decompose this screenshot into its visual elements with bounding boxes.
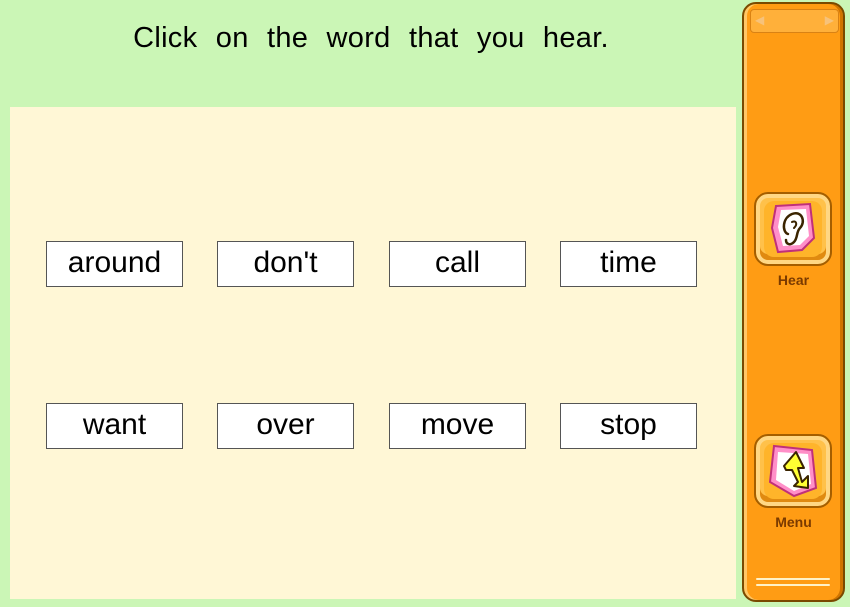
ear-icon [770, 202, 816, 254]
word-button-over[interactable]: over [217, 403, 354, 449]
menu-button[interactable] [754, 434, 832, 508]
word-button-move[interactable]: move [389, 403, 526, 449]
hear-button[interactable] [754, 192, 832, 266]
word-button-dont[interactable]: don't [217, 241, 354, 287]
word-button-time[interactable]: time [560, 241, 697, 287]
word-button-want[interactable]: want [46, 403, 183, 449]
instruction-text: Click on the word that you hear. [133, 22, 609, 54]
word-listening-activity: Click on the word that you hear. around … [0, 0, 850, 607]
hear-label: Hear [777, 272, 810, 288]
panel-grip [756, 578, 830, 590]
scroll-left-icon[interactable]: ◀ [755, 12, 764, 28]
word-button-around[interactable]: around [46, 241, 183, 287]
scroll-right-icon[interactable]: ▶ [825, 12, 834, 28]
side-scroll-bar: ◀ ▶ [750, 9, 839, 33]
word-button-stop[interactable]: stop [560, 403, 697, 449]
menu-label: Menu [775, 514, 812, 530]
side-toolbar: ◀ ▶ Hear Menu [742, 2, 845, 602]
word-play-area: around don't call time want over move st… [10, 107, 736, 599]
return-arrow-icon [768, 444, 818, 498]
word-button-call[interactable]: call [389, 241, 526, 287]
